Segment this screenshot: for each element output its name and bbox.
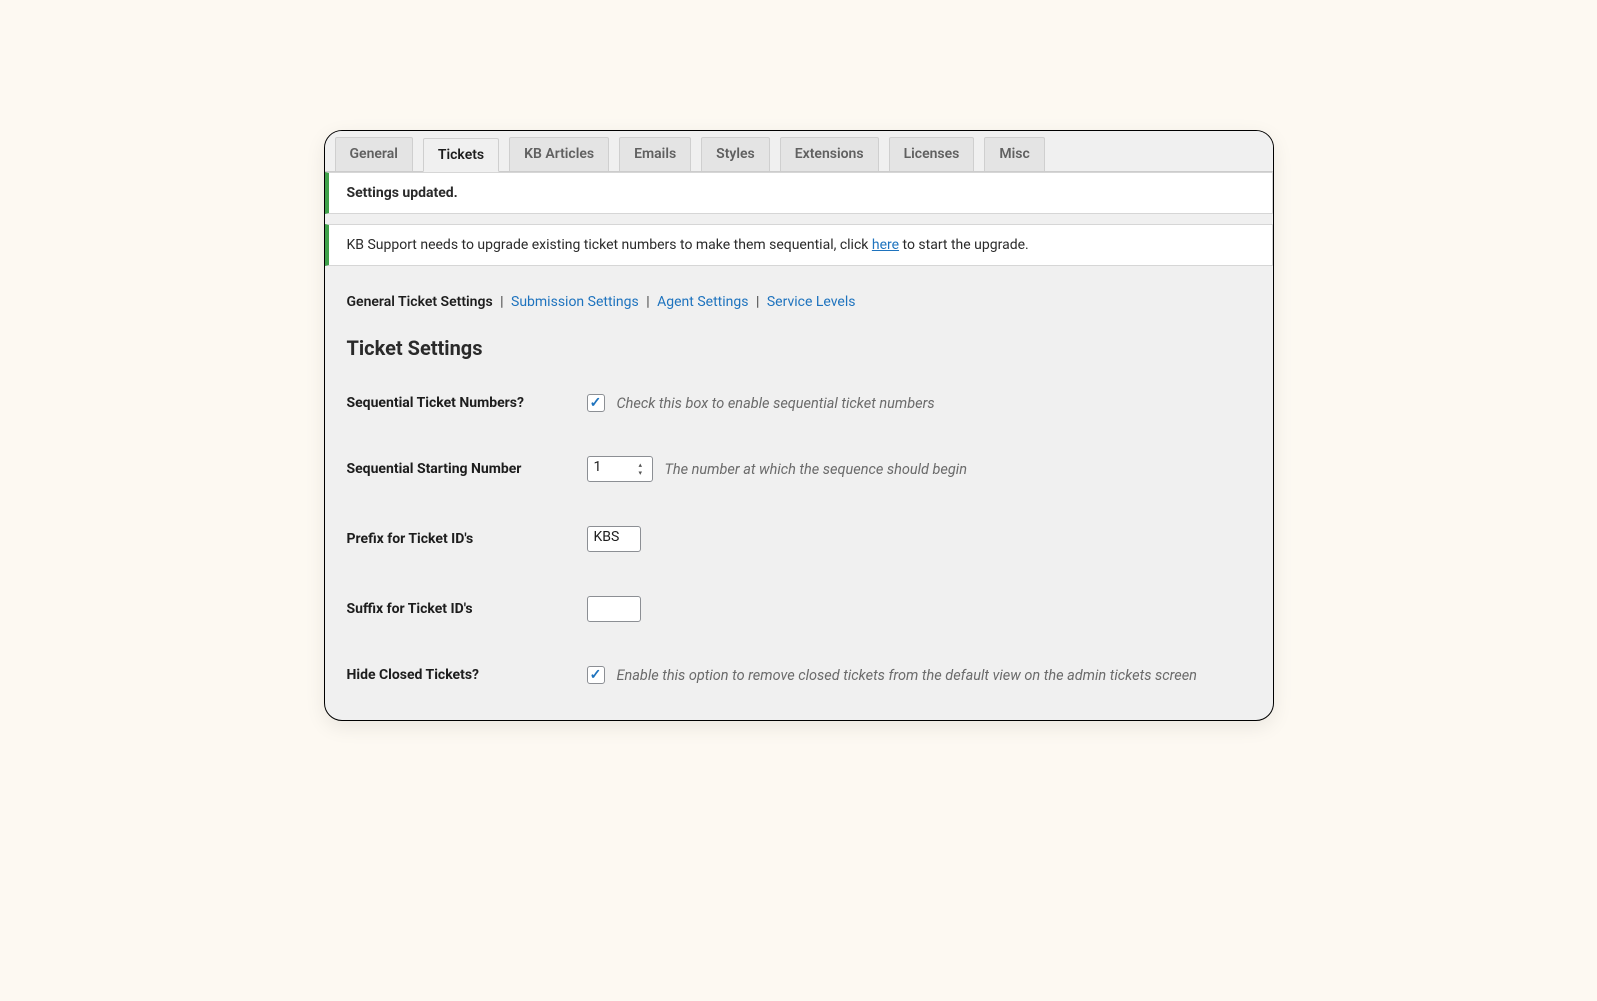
notice-upgrade-post: to start the upgrade. (899, 237, 1029, 253)
input-sequential-start[interactable]: 1 ▴▾ (587, 456, 653, 482)
row-sequential-enable: Sequential Ticket Numbers? Check this bo… (347, 394, 1251, 412)
subtab-current: General Ticket Settings (347, 294, 493, 310)
subtab-agent[interactable]: Agent Settings (657, 294, 748, 310)
desc-hide-closed: Enable this option to remove closed tick… (617, 667, 1197, 684)
checkbox-sequential-enable[interactable] (587, 394, 605, 412)
desc-sequential-start: The number at which the sequence should … (665, 461, 967, 478)
row-suffix: Suffix for Ticket ID's (347, 596, 1251, 622)
notice-upgrade-link[interactable]: here (872, 237, 899, 253)
tab-emails[interactable]: Emails (619, 137, 691, 171)
tabs-nav: General Tickets KB Articles Emails Style… (325, 131, 1273, 172)
tab-licenses[interactable]: Licenses (889, 137, 975, 171)
label-hide-closed: Hide Closed Tickets? (347, 667, 587, 683)
tab-general[interactable]: General (335, 137, 413, 171)
stepper-icon[interactable]: ▴▾ (639, 459, 649, 479)
input-suffix[interactable] (587, 596, 641, 622)
subtab-sep: | (646, 294, 653, 310)
label-sequential-start: Sequential Starting Number (347, 461, 587, 477)
row-sequential-start: Sequential Starting Number 1 ▴▾ The numb… (347, 456, 1251, 482)
notice-text: Settings updated. (347, 185, 458, 201)
checkbox-hide-closed[interactable] (587, 666, 605, 684)
row-prefix: Prefix for Ticket ID's KBS (347, 526, 1251, 552)
subtab-sep: | (500, 294, 507, 310)
settings-window: General Tickets KB Articles Emails Style… (324, 130, 1274, 721)
desc-sequential-enable: Check this box to enable sequential tick… (617, 395, 935, 412)
subtabs: General Ticket Settings | Submission Set… (347, 294, 1251, 310)
subtab-service[interactable]: Service Levels (767, 294, 856, 310)
tab-kb-articles[interactable]: KB Articles (509, 137, 609, 171)
label-sequential-enable: Sequential Ticket Numbers? (347, 395, 587, 411)
tab-styles[interactable]: Styles (701, 137, 770, 171)
notice-settings-updated: Settings updated. (325, 172, 1273, 214)
notice-upgrade-pre: KB Support needs to upgrade existing tic… (347, 237, 872, 253)
page-heading: Ticket Settings (347, 336, 1251, 360)
tab-misc[interactable]: Misc (984, 137, 1044, 171)
subtab-sep: | (756, 294, 763, 310)
tab-extensions[interactable]: Extensions (780, 137, 879, 171)
tab-tickets[interactable]: Tickets (423, 138, 499, 172)
subtab-submission[interactable]: Submission Settings (511, 294, 639, 310)
label-suffix: Suffix for Ticket ID's (347, 601, 587, 617)
input-value: 1 (594, 459, 602, 475)
row-hide-closed: Hide Closed Tickets? Enable this option … (347, 666, 1251, 684)
label-prefix: Prefix for Ticket ID's (347, 531, 587, 547)
notice-upgrade: KB Support needs to upgrade existing tic… (325, 224, 1273, 266)
input-prefix[interactable]: KBS (587, 526, 641, 552)
content-area: General Ticket Settings | Submission Set… (325, 276, 1273, 720)
